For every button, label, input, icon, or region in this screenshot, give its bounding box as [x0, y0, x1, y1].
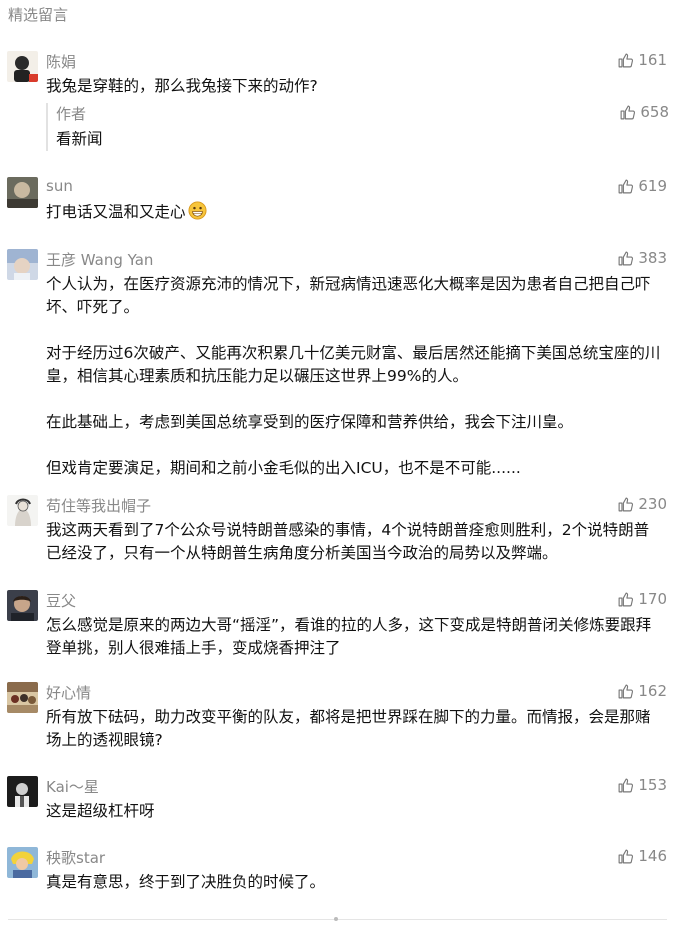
comment-text: 这是超级杠杆呀 [46, 800, 661, 823]
like-count: 619 [638, 177, 667, 195]
commenter-name[interactable]: 王彦 Wang Yan [46, 249, 153, 270]
thumb-up-icon [618, 251, 634, 265]
thumb-up-icon [618, 179, 634, 193]
like-count: 230 [638, 495, 667, 513]
like-count: 658 [640, 103, 669, 121]
comment-paragraph: 个人认为，在医疗资源充沛的情况下，新冠病情迅速恶化大概率是因为患者自己把自己吓坏… [46, 275, 651, 316]
section-title: 精选留言 [8, 6, 69, 24]
comment-item: 豆父 170 怎么感觉是原来的两边大哥“摇淫”，看谁的拉的人多，这下变成是特朗普… [0, 590, 675, 662]
like-button[interactable]: 153 [617, 776, 667, 794]
thumb-up-icon [620, 105, 636, 119]
comment-item: 好心情 162 所有放下砝码，助力改变平衡的队友，都将是把世界踩在脚下的力量。而… [0, 682, 675, 754]
avatar[interactable] [7, 847, 38, 878]
thumb-up-icon [618, 684, 634, 698]
commenter-name[interactable]: 陈娟 [46, 51, 76, 72]
avatar[interactable] [7, 590, 38, 621]
comment-paragraph: 怎么感觉是原来的两边大哥“摇淫”，看谁的拉的人多，这下变成是特朗普闭关修炼要跟拜… [46, 616, 652, 657]
comment-item: 王彦 Wang Yan 383 个人认为，在医疗资源充沛的情况下，新冠病情迅速恶… [0, 249, 675, 477]
comment-paragraph: 我这两天看到了7个公众号说特朗普感染的事情，4个说特朗普痊愈则胜利，2个说特朗普… [46, 521, 650, 562]
comment-paragraph: 我兔是穿鞋的，那么我兔接下来的动作? [46, 77, 318, 95]
comment-text: 我兔是穿鞋的，那么我兔接下来的动作? [46, 75, 661, 98]
like-button[interactable]: 161 [617, 51, 667, 69]
reply-like-button[interactable]: 658 [619, 103, 669, 121]
comment-text: 真是有意思，终于到了决胜负的时候了。 [46, 871, 661, 894]
comment-item: Kai～星 153 这是超级杠杆呀 [0, 776, 675, 826]
comment-paragraph: 对于经历过6次破产、又能再次积累几十亿美元财富、最后居然还能摘下美国总统宝座的川… [46, 344, 661, 385]
comment-text: 打电话又温和又走心 [46, 201, 661, 224]
comment-paragraph-text: 打电话又温和又走心 [46, 203, 186, 221]
like-button[interactable]: 146 [617, 847, 667, 865]
like-button[interactable]: 619 [617, 177, 667, 195]
comment-text: 所有放下砝码，助力改变平衡的队友，都将是把世界踩在脚下的力量。而情报，会是那赌场… [46, 706, 661, 752]
comment-item: 秧歌star 146 真是有意思，终于到了决胜负的时候了。 [0, 847, 675, 897]
avatar[interactable] [7, 51, 38, 82]
footer-dot [334, 917, 338, 921]
comment-paragraph: 这是超级杠杆呀 [46, 802, 155, 820]
author-reply: 作者 看新闻 658 [46, 103, 669, 151]
commenter-name[interactable]: Kai～星 [46, 776, 99, 797]
thumb-up-icon [618, 778, 634, 792]
like-count: 162 [638, 682, 667, 700]
comment-item: 苟住等我出帽子 230 我这两天看到了7个公众号说特朗普感染的事情，4个说特朗普… [0, 495, 675, 567]
reply-author-label: 作者 [56, 105, 87, 123]
comment-paragraph: 打电话又温和又走心 [46, 201, 661, 224]
commenter-name[interactable]: 苟住等我出帽子 [46, 495, 151, 516]
avatar[interactable] [7, 249, 38, 280]
commenter-name[interactable]: sun [46, 177, 73, 195]
avatar[interactable] [7, 177, 38, 208]
comment-item: 陈娟 161 我兔是穿鞋的，那么我兔接下来的动作? 作者 看新闻 658 [0, 51, 675, 151]
comment-item: sun 619 打电话又温和又走心 [0, 177, 675, 227]
like-count: 170 [638, 590, 667, 608]
avatar[interactable] [7, 776, 38, 807]
grinning-face-emoji-icon [187, 201, 207, 220]
commenter-name[interactable]: 秧歌star [46, 847, 105, 868]
commenter-name[interactable]: 好心情 [46, 682, 91, 703]
like-button[interactable]: 162 [617, 682, 667, 700]
comment-paragraph: 真是有意思，终于到了决胜负的时候了。 [46, 873, 326, 891]
comment-text: 怎么感觉是原来的两边大哥“摇淫”，看谁的拉的人多，这下变成是特朗普闭关修炼要跟拜… [46, 614, 661, 660]
like-button[interactable]: 230 [617, 495, 667, 513]
comment-text: 我这两天看到了7个公众号说特朗普感染的事情，4个说特朗普痊愈则胜利，2个说特朗普… [46, 519, 661, 565]
like-count: 146 [638, 847, 667, 865]
reply-text: 看新闻 [56, 130, 103, 148]
thumb-up-icon [618, 53, 634, 67]
thumb-up-icon [618, 592, 634, 606]
like-button[interactable]: 383 [617, 249, 667, 267]
thumb-up-icon [618, 497, 634, 511]
like-count: 383 [638, 249, 667, 267]
thumb-up-icon [618, 849, 634, 863]
avatar[interactable] [7, 682, 38, 713]
comment-text: 个人认为，在医疗资源充沛的情况下，新冠病情迅速恶化大概率是因为患者自己把自己吓坏… [46, 273, 661, 480]
comment-paragraph: 所有放下砝码，助力改变平衡的队友，都将是把世界踩在脚下的力量。而情报，会是那赌场… [46, 708, 651, 749]
comment-paragraph: 在此基础上，考虑到美国总统享受到的医疗保障和营养供给，我会下注川皇。 [46, 413, 574, 431]
like-count: 153 [638, 776, 667, 794]
like-count: 161 [638, 51, 667, 69]
like-button[interactable]: 170 [617, 590, 667, 608]
avatar[interactable] [7, 495, 38, 526]
commenter-name[interactable]: 豆父 [46, 590, 76, 611]
comment-paragraph: 但戏肯定要演足，期间和之前小金毛似的出入ICU，也不是不可能...... [46, 459, 521, 477]
